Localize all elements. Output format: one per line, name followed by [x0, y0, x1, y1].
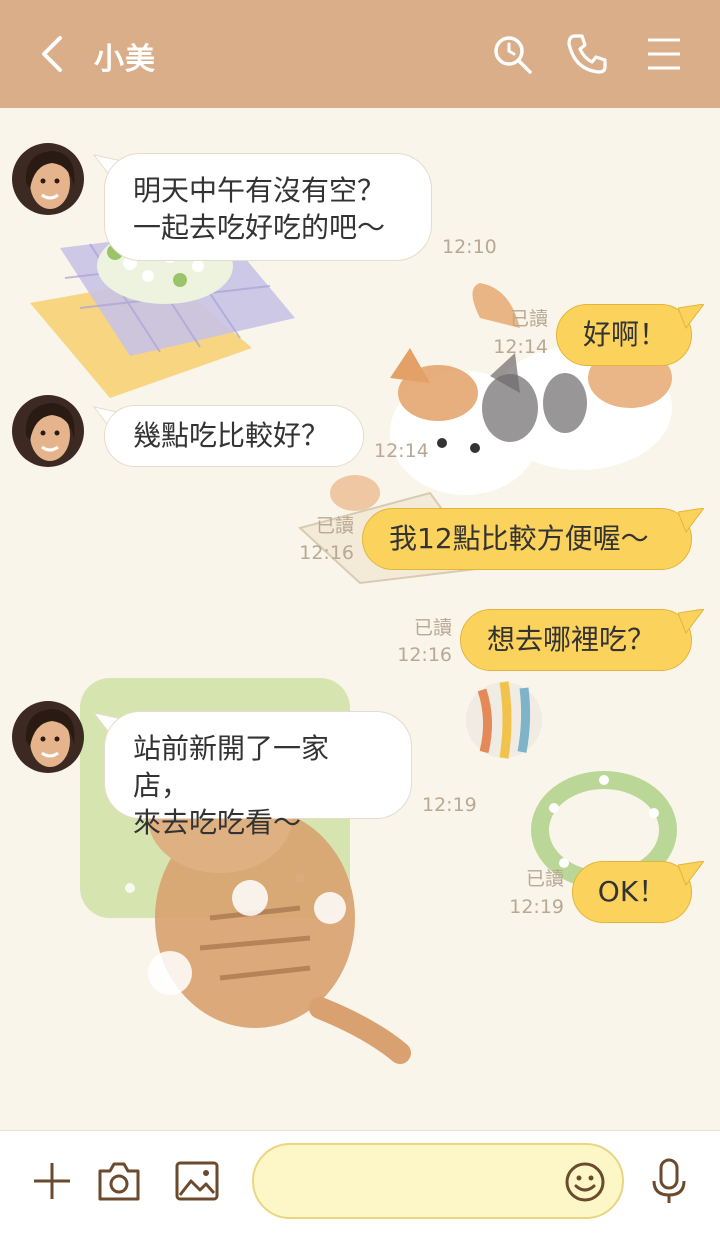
message-time: 12:19	[509, 896, 564, 918]
message-input[interactable]	[252, 1143, 624, 1219]
image-icon[interactable]	[174, 1159, 220, 1203]
phone-icon[interactable]	[563, 30, 611, 78]
camera-icon[interactable]	[96, 1159, 142, 1203]
chat-header: 小美	[0, 0, 720, 108]
contact-name: 小美	[94, 42, 156, 77]
read-receipt: 已讀	[525, 868, 564, 890]
message-time: 12:10	[442, 236, 497, 258]
message-line: 站前新開了一家店，	[133, 732, 330, 802]
back-arrow-icon[interactable]	[34, 32, 74, 76]
contact-avatar[interactable]	[12, 395, 84, 467]
read-receipt: 已讀	[413, 617, 452, 639]
read-receipt: 已讀	[315, 515, 354, 537]
incoming-message[interactable]: 站前新開了一家店， 來去吃吃看～	[104, 711, 412, 839]
outgoing-message[interactable]: 我12點比較方便喔～	[362, 508, 692, 570]
bubble-tail	[678, 861, 704, 887]
message-time: 12:16	[397, 644, 452, 666]
emoji-icon[interactable]	[564, 1161, 606, 1203]
menu-icon[interactable]	[640, 30, 688, 78]
incoming-message[interactable]: 幾點吃比較好？	[104, 405, 364, 467]
ball-illustration	[466, 681, 542, 759]
contact-avatar[interactable]	[12, 143, 84, 215]
bubble-tail	[678, 609, 704, 635]
outgoing-message[interactable]: OK！	[572, 861, 692, 923]
message-time: 12:14	[374, 440, 429, 462]
chat-area[interactable]: 明天中午有沒有空？ 一起去吃好吃的吧～ 12:10 已讀 12:14 好啊！ 幾…	[0, 108, 720, 1130]
microphone-icon[interactable]	[648, 1157, 690, 1205]
message-line: 一起去吃好吃的吧～	[133, 211, 386, 244]
outgoing-message[interactable]: 想去哪裡吃？	[460, 609, 692, 671]
bubble-tail	[678, 304, 704, 330]
message-time: 12:16	[299, 542, 354, 564]
avatar-photo	[12, 701, 84, 773]
message-time: 12:19	[422, 794, 477, 816]
search-icon[interactable]	[488, 30, 536, 78]
message-line: 明天中午有沒有空？	[133, 174, 386, 207]
message-line: 幾點吃比較好？	[133, 419, 330, 452]
bubble-tail	[678, 508, 704, 534]
contact-avatar[interactable]	[12, 701, 84, 773]
avatar-photo	[12, 395, 84, 467]
message-time: 12:14	[493, 336, 548, 358]
plus-icon[interactable]	[30, 1159, 74, 1203]
message-line: 來去吃吃看～	[133, 806, 302, 839]
outgoing-message[interactable]: 好啊！	[556, 304, 692, 366]
incoming-message[interactable]: 明天中午有沒有空？ 一起去吃好吃的吧～	[104, 153, 432, 261]
read-receipt: 已讀	[509, 308, 548, 330]
avatar-photo	[12, 143, 84, 215]
input-bar	[0, 1130, 720, 1233]
